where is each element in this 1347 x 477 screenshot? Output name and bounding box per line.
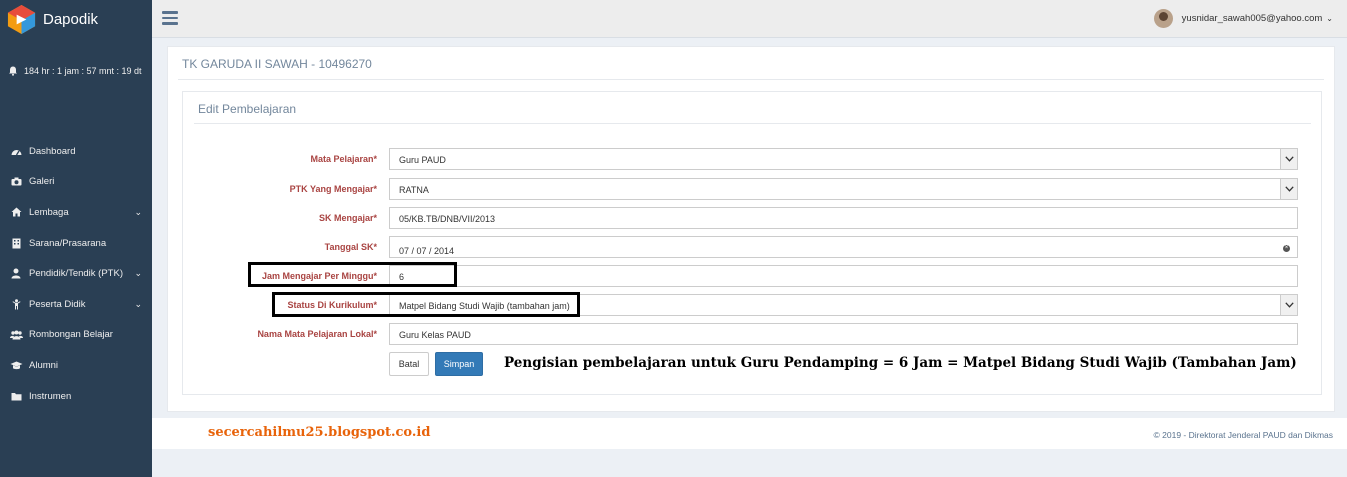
nama-lokal-value: Guru Kelas PAUD: [399, 330, 471, 340]
child-icon: [9, 299, 23, 310]
tanggal-sk-value: 07 / 07 / 2014: [399, 246, 455, 256]
user-icon: [9, 268, 23, 279]
mata-pelajaran-select[interactable]: Guru PAUD: [389, 148, 1298, 170]
countdown: 184 hr : 1 jam : 57 mnt : 19 dt: [0, 38, 152, 128]
form-row-nama-lokal: Nama Mata Pelajaran Lokal* Guru Kelas PA…: [183, 323, 1323, 345]
brand[interactable]: Dapodik: [0, 0, 152, 38]
sk-label: SK Mengajar*: [318, 213, 377, 223]
form-row-tanggal-sk: Tanggal SK* 07 / 07 / 2014 ×: [183, 236, 1323, 258]
camera-icon: [9, 177, 23, 186]
nama-lokal-label: Nama Mata Pelajaran Lokal*: [257, 329, 377, 339]
batal-button[interactable]: Batal: [389, 352, 429, 376]
sidebar-item-sarana[interactable]: Sarana/Prasarana: [0, 228, 152, 259]
tanggal-sk-input[interactable]: 07 / 07 / 2014 ×: [389, 236, 1298, 258]
top-navbar: yusnidar_sawah005@yahoo.com ⌄: [152, 0, 1347, 38]
sidebar-item-label: Sarana/Prasarana: [29, 237, 107, 249]
sk-input[interactable]: 05/KB.TB/DNB/VII/2013: [389, 207, 1298, 229]
sidebar-item-ptk[interactable]: Pendidik/Tendik (PTK) ⌄: [0, 258, 152, 289]
mata-pelajaran-value: Guru PAUD: [399, 155, 446, 165]
form-title: Edit Pembelajaran: [198, 102, 297, 116]
chevron-down-icon: ⌄: [134, 268, 142, 279]
simpan-button[interactable]: Simpan: [435, 352, 483, 376]
ptk-value: RATNA: [399, 185, 429, 195]
edit-form-panel: Edit Pembelajaran Mata Pelajaran* Guru P…: [182, 91, 1322, 395]
form-row-mata-pelajaran: Mata Pelajaran* Guru PAUD: [183, 148, 1323, 170]
highlight-box-status: [272, 292, 580, 317]
sidebar-item-label: Lembaga: [29, 206, 69, 218]
dropdown-arrow-icon: [1280, 179, 1297, 199]
page-title: TK GARUDA II SAWAH - 10496270: [182, 57, 372, 71]
divider: [194, 123, 1311, 124]
user-menu[interactable]: yusnidar_sawah005@yahoo.com ⌄: [1153, 9, 1333, 28]
form-row-ptk: PTK Yang Mengajar* RATNA: [183, 178, 1323, 200]
folder-icon: [9, 392, 23, 401]
blog-watermark: secercahilmu25.blogspot.co.id: [208, 425, 431, 440]
building-icon: [9, 238, 23, 249]
app-name: Dapodik: [43, 10, 99, 28]
copyright: © 2019 - Direktorat Jenderal PAUD dan Di…: [1153, 430, 1333, 440]
sidebar-item-label: Instrumen: [29, 390, 72, 402]
tanggal-sk-label: Tanggal SK*: [324, 242, 377, 252]
countdown-text: 184 hr : 1 jam : 57 mnt : 19 dt: [24, 66, 142, 76]
sidebar-item-rombongan-belajar[interactable]: Rombongan Belajar: [0, 320, 152, 351]
sidebar-item-instrumen[interactable]: Instrumen: [0, 381, 152, 412]
sidebar-item-label: Pendidik/Tendik (PTK): [29, 268, 123, 280]
form-row-sk: SK Mengajar* 05/KB.TB/DNB/VII/2013: [183, 207, 1323, 229]
jam-input[interactable]: 6: [389, 265, 1298, 287]
dropdown-arrow-icon: [1280, 295, 1297, 315]
sidebar-item-galeri[interactable]: Galeri: [0, 167, 152, 198]
highlight-box-jam: [248, 262, 457, 287]
dapodik-logo-icon: [7, 4, 36, 34]
chevron-down-icon: ⌄: [134, 298, 142, 309]
dashboard-icon: [9, 147, 23, 156]
sidebar: Dapodik 184 hr : 1 jam : 57 mnt : 19 dt …: [0, 0, 152, 477]
bell-icon: [9, 66, 17, 76]
mata-pelajaran-label: Mata Pelajaran*: [310, 154, 377, 164]
divider: [178, 79, 1324, 80]
sidebar-item-peserta-didik[interactable]: Peserta Didik ⌄: [0, 289, 152, 320]
annotation-text: Pengisian pembelajaran untuk Guru Pendam…: [504, 355, 1297, 371]
sidebar-item-lembaga[interactable]: Lembaga ⌄: [0, 197, 152, 228]
user-email: yusnidar_sawah005@yahoo.com: [1181, 13, 1323, 24]
footer: secercahilmu25.blogspot.co.id © 2019 - D…: [152, 418, 1347, 449]
ptk-select[interactable]: RATNA: [389, 178, 1298, 200]
sidebar-menu: Dashboard Galeri Lembaga ⌄ Sarana/Prasar…: [0, 136, 152, 411]
sidebar-item-label: Rombongan Belajar: [29, 329, 113, 341]
chevron-down-icon: ⌄: [1326, 14, 1333, 23]
dropdown-arrow-icon: [1280, 149, 1297, 169]
chevron-down-icon: ⌄: [134, 206, 142, 217]
menu-toggle-icon[interactable]: [162, 11, 178, 25]
clear-icon[interactable]: ×: [1283, 245, 1290, 252]
graduation-cap-icon: [9, 361, 23, 370]
home-icon: [9, 207, 23, 217]
sidebar-item-dashboard[interactable]: Dashboard: [0, 136, 152, 167]
ptk-label: PTK Yang Mengajar*: [289, 184, 377, 194]
sidebar-item-label: Peserta Didik: [29, 298, 86, 310]
sidebar-item-label: Galeri: [29, 176, 55, 188]
sidebar-item-label: Alumni: [29, 359, 59, 371]
avatar: [1153, 9, 1173, 28]
nama-lokal-input[interactable]: Guru Kelas PAUD: [389, 323, 1298, 345]
sidebar-item-label: Dashboard: [29, 145, 76, 157]
users-icon: [9, 330, 23, 340]
sk-value: 05/KB.TB/DNB/VII/2013: [399, 214, 496, 224]
sidebar-item-alumni[interactable]: Alumni: [0, 350, 152, 381]
main-panel: TK GARUDA II SAWAH - 10496270 Edit Pembe…: [167, 46, 1335, 412]
